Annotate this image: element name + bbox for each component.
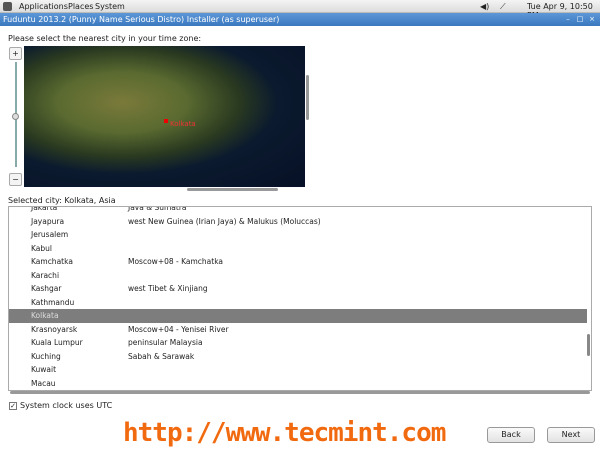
- city-name: Macau: [31, 378, 56, 388]
- city-name: Krasnoyarsk: [31, 324, 78, 334]
- city-name: Karachi: [31, 270, 60, 280]
- city-row[interactable]: Macau: [9, 377, 587, 391]
- minimize-icon[interactable]: –: [563, 15, 573, 24]
- city-name: Kuching: [31, 351, 61, 361]
- next-button[interactable]: Next: [547, 427, 595, 443]
- city-name: Kuwait: [31, 365, 57, 374]
- watermark: http://www.tecmint.com: [123, 418, 446, 448]
- city-description: Java & Sumatra: [128, 206, 187, 212]
- city-row[interactable]: Kashgar west Tibet & Xinjiang: [9, 282, 587, 296]
- list-horizontal-scrollbar[interactable]: [10, 391, 590, 394]
- city-description: Sabah & Sarawak: [128, 351, 195, 361]
- city-list[interactable]: Jakarta Java & Sumatra Jayapura west New Gu…: [8, 206, 592, 391]
- close-icon[interactable]: ×: [587, 15, 597, 24]
- city-row[interactable]: Jayapura west New Guinea (Irian Jaya) & M…: [9, 215, 587, 229]
- city-row[interactable]: Jerusalem: [9, 228, 587, 242]
- top-panel: Applications Places System ◀) ⟋ Tue Apr …: [0, 0, 600, 20]
- city-row[interactable]: Kuching Sabah & Sarawak: [9, 350, 587, 364]
- window-title: Fuduntu 2013.2 (Punny Name Serious Distr…: [3, 15, 280, 24]
- distro-logo-icon: [3, 2, 12, 11]
- utc-checkbox[interactable]: ✓: [9, 402, 17, 410]
- city-row[interactable]: Kolkata: [9, 309, 587, 323]
- menu-system[interactable]: System: [95, 2, 125, 11]
- city-marker: [164, 119, 168, 123]
- window-titlebar[interactable]: Fuduntu 2013.2 (Punny Name Serious Distr…: [0, 13, 600, 26]
- list-vertical-scrollbar[interactable]: [587, 334, 590, 356]
- map-horizontal-scrollbar[interactable]: [187, 188, 278, 191]
- city-name: Jakarta: [31, 206, 58, 212]
- selected-city-label: Selected city: Kolkata, Asia: [8, 196, 116, 205]
- city-description: peninsular Malaysia: [128, 338, 203, 347]
- city-row[interactable]: Karachi: [9, 269, 587, 283]
- zoom-out-icon: −: [12, 175, 19, 184]
- city-description: Moscow+08 - Kamchatka: [128, 257, 224, 266]
- zoom-out-button[interactable]: −: [9, 173, 22, 186]
- city-description: Moscow+04 - Yenisei River: [128, 324, 229, 334]
- city-row[interactable]: Krasnoyarsk Moscow+04 - Yenisei River: [9, 323, 587, 337]
- utc-label: System clock uses UTC: [20, 401, 113, 410]
- city-row[interactable]: Jakarta Java & Sumatra: [9, 206, 587, 215]
- city-name: Kathmandu: [31, 297, 75, 307]
- city-name: Kabul: [31, 243, 52, 253]
- marker-label: Kolkata: [170, 120, 196, 128]
- city-row[interactable]: Kuwait: [9, 363, 587, 377]
- map-vertical-scrollbar[interactable]: [306, 75, 309, 120]
- zoom-in-button[interactable]: +: [9, 47, 22, 60]
- city-row[interactable]: Kabul: [9, 242, 587, 256]
- city-description: west New Guinea (Irian Jaya) & Malukus (…: [128, 216, 321, 226]
- city-row[interactable]: Kathmandu: [9, 296, 587, 310]
- city-description: west Tibet & Xinjiang: [128, 284, 208, 293]
- city-name: Kuala Lumpur: [31, 338, 83, 347]
- city-name: Kashgar: [31, 284, 62, 293]
- timezone-map[interactable]: Kolkata: [24, 46, 305, 187]
- menu-places[interactable]: Places: [68, 2, 93, 11]
- prompt-label: Please select the nearest city in your t…: [8, 34, 202, 43]
- back-button[interactable]: Back: [487, 427, 535, 443]
- city-row[interactable]: Kamchatka Moscow+08 - Kamchatka: [9, 255, 587, 269]
- menu-applications[interactable]: Applications: [19, 2, 68, 11]
- city-name: Kamchatka: [31, 257, 73, 266]
- city-name: Jayapura: [31, 216, 65, 226]
- network-icon[interactable]: ⟋: [500, 2, 506, 12]
- city-name: Jerusalem: [31, 230, 69, 239]
- maximize-icon[interactable]: □: [575, 15, 585, 24]
- volume-icon[interactable]: ◀): [480, 2, 489, 11]
- zoom-in-icon: +: [12, 49, 19, 58]
- city-row[interactable]: Kuala Lumpur peninsular Malaysia: [9, 336, 587, 350]
- zoom-slider-handle[interactable]: [12, 113, 19, 120]
- city-name: Kolkata: [31, 311, 59, 320]
